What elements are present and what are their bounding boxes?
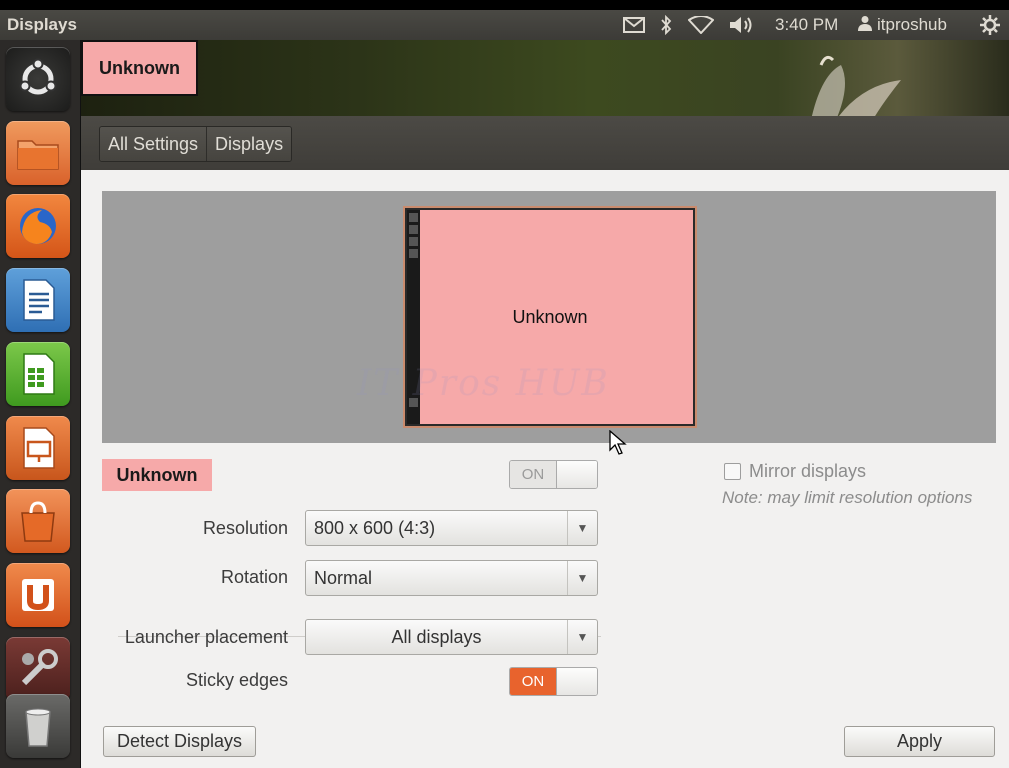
firefox-icon[interactable] [6, 194, 70, 258]
top-panel: Displays 3:40 PM itproshub [0, 10, 1009, 40]
window-title: Displays [7, 15, 77, 34]
gear-icon[interactable] [978, 14, 1002, 36]
wallpaper-feather [811, 55, 901, 116]
chevron-down-icon: ▼ [567, 511, 597, 545]
sticky-edges-switch-knob [556, 668, 597, 695]
display-power-switch-label: ON [510, 461, 556, 488]
display-power-switch-knob [556, 461, 597, 488]
rotation-label: Rotation [220, 567, 288, 587]
detect-displays-button[interactable]: Detect Displays [103, 726, 256, 757]
mirror-displays-option[interactable]: Mirror displays [724, 461, 866, 482]
display-power-switch[interactable]: ON [509, 460, 598, 489]
mirror-note: Note: may limit resolution options [722, 488, 973, 507]
files-icon[interactable] [6, 121, 70, 185]
launcher-placement-value: All displays [391, 626, 482, 647]
toolbar: All Settings Displays [81, 116, 1009, 170]
mirror-displays-label: Mirror displays [749, 461, 867, 481]
chevron-down-icon: ▼ [567, 620, 597, 654]
monitor-preview-label: Unknown [512, 306, 588, 327]
breadcrumb-displays[interactable]: Displays [207, 127, 292, 161]
username: itproshub [877, 15, 947, 34]
launcher-placement-label: Launcher placement [124, 627, 288, 647]
launcher [0, 40, 81, 768]
selected-display-name: Unknown [102, 459, 212, 491]
mail-icon[interactable] [622, 14, 646, 36]
mouse-cursor-icon [609, 430, 627, 455]
system-settings-icon[interactable] [6, 637, 70, 701]
writer-icon[interactable] [6, 268, 70, 332]
breadcrumb-all-settings[interactable]: All Settings [100, 127, 208, 161]
watermark: IT Pros HUB [357, 363, 610, 404]
display-arrangement-area[interactable]: Unknown IT Pros HUB [102, 191, 996, 443]
volume-icon[interactable] [728, 14, 756, 36]
dash-icon[interactable] [6, 47, 70, 111]
chevron-down-icon: ▼ [567, 561, 597, 595]
breadcrumb: All Settings Displays [99, 126, 293, 162]
user-icon [858, 15, 872, 36]
sticky-edges-label: Sticky edges [185, 670, 288, 690]
apply-button[interactable]: Apply [844, 726, 995, 757]
wallpaper-header: Unknown [81, 40, 1009, 116]
displays-window: Unknown All Settings Displays Unknown IT… [81, 40, 1009, 768]
rotation-value: Normal [314, 567, 373, 588]
resolution-label: Resolution [202, 518, 288, 538]
mirror-displays-checkbox[interactable] [724, 463, 741, 480]
user-menu[interactable]: itproshub [858, 14, 947, 36]
resolution-dropdown[interactable]: 800 x 600 (4:3) ▼ [305, 510, 598, 546]
software-center-icon[interactable] [6, 489, 70, 553]
trash-icon[interactable] [6, 694, 70, 758]
top-border [0, 0, 1009, 10]
ubuntu-one-icon[interactable] [6, 563, 70, 627]
impress-icon[interactable] [6, 416, 70, 480]
wifi-icon[interactable] [688, 14, 714, 36]
calc-icon[interactable] [6, 342, 70, 406]
displays-panel: Unknown IT Pros HUB Unknown ON Mirror di… [81, 170, 1009, 768]
sticky-edges-switch[interactable]: ON [509, 667, 598, 696]
display-tag: Unknown [81, 40, 198, 96]
rotation-dropdown[interactable]: Normal ▼ [305, 560, 598, 596]
launcher-placement-dropdown[interactable]: All displays ▼ [305, 619, 598, 655]
sticky-edges-switch-label: ON [510, 668, 556, 695]
clock[interactable]: 3:40 PM [775, 14, 838, 36]
resolution-value: 800 x 600 (4:3) [314, 517, 436, 538]
bluetooth-icon[interactable] [658, 14, 674, 36]
